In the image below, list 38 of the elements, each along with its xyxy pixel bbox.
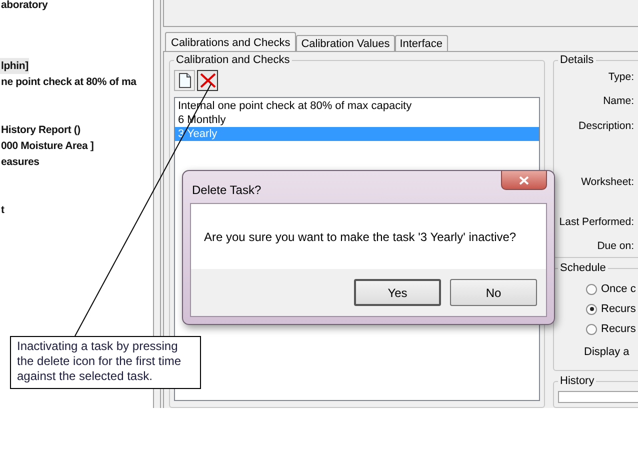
close-icon: [519, 176, 529, 184]
schedule-note: Display a: [584, 346, 630, 358]
dialog-button[interactable]: Yes: [354, 279, 441, 306]
tree-item[interactable]: easures: [0, 154, 40, 170]
radio-button[interactable]: [586, 304, 597, 314]
group-legend: History: [558, 375, 596, 387]
tab[interactable]: Calibration Values: [296, 35, 395, 51]
tree-item[interactable]: History Report (): [0, 122, 82, 138]
tab[interactable]: Interface: [394, 35, 448, 51]
radio-label: Recurs: [601, 323, 636, 335]
tree-item[interactable]: aboratory: [0, 0, 49, 13]
field-label: Worksheet:: [580, 175, 634, 189]
tree-item[interactable]: 000 Moisture Area ]: [0, 138, 95, 154]
field-label: Description:: [578, 119, 634, 133]
delete-button[interactable]: [197, 70, 218, 91]
radio-label: Recurs: [601, 303, 636, 315]
tree-item[interactable]: lphin]: [0, 58, 30, 74]
radio-label: Once c: [601, 283, 636, 295]
field-label: Due on:: [596, 239, 634, 253]
new-button[interactable]: [174, 70, 195, 91]
field-label: Type:: [607, 70, 634, 84]
dialog-message: Are you sure you want to make the task '3 Yearly' inactive?: [204, 230, 516, 244]
field-label: Last Performed:: [558, 215, 634, 229]
close-button[interactable]: [501, 171, 547, 190]
callout-note: Inactivating a task by pressing the delete icon for the first time against the selected task.: [10, 336, 201, 389]
group-legend: Details: [558, 54, 596, 66]
tab[interactable]: Calibrations and Checks: [165, 32, 296, 51]
dialog-title: Delete Task?: [192, 183, 262, 197]
dialog-button[interactable]: No: [450, 279, 537, 306]
new-document-icon: [178, 73, 190, 88]
group-legend: Calibration and Checks: [174, 54, 292, 66]
tree-item[interactable]: ne point check at 80% of ma: [0, 74, 138, 90]
delete-icon: [200, 73, 216, 88]
group-legend: Schedule: [558, 262, 608, 274]
tree-item[interactable]: t: [0, 202, 6, 218]
radio-button[interactable]: [586, 284, 597, 294]
radio-button[interactable]: [586, 324, 597, 334]
field-label: Name:: [602, 94, 634, 108]
